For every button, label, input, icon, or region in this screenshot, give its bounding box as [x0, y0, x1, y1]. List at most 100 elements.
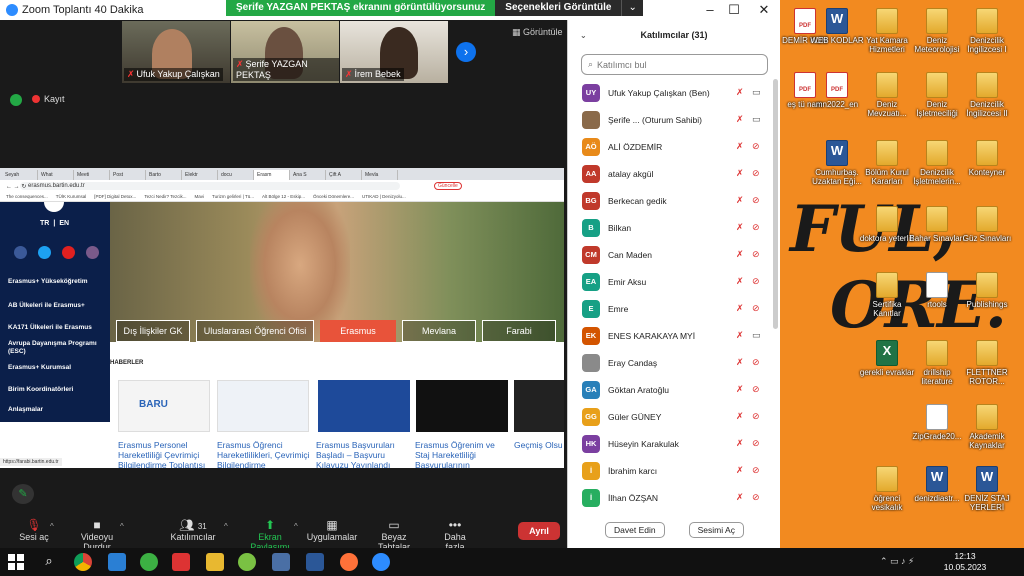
- desktop-icon[interactable]: Publishings: [958, 272, 1016, 309]
- bookmark[interactable]: TÜİK Kurumsal: [56, 194, 87, 199]
- whiteboards-button[interactable]: ▭ Beyaz Tahtalar: [366, 518, 422, 552]
- zoom-icon[interactable]: [372, 553, 390, 571]
- browser-tab[interactable]: Ana S: [290, 170, 326, 180]
- invite-button[interactable]: Davet Edin: [605, 522, 665, 538]
- browser-tab[interactable]: docu: [218, 170, 254, 180]
- news-image[interactable]: [318, 380, 410, 432]
- bookmark[interactable]: Önceki Dönemlere...: [313, 194, 354, 199]
- site-menu-item[interactable]: Anlaşmalar: [8, 406, 108, 414]
- word-icon[interactable]: [306, 553, 324, 571]
- video-tile[interactable]: ✗ Ufuk Yakup Çalışkan: [122, 21, 230, 83]
- minimize-button[interactable]: –: [700, 2, 720, 17]
- participant-row[interactable]: AÖ ALİ ÖZDEMİR ✗ ⊘: [568, 133, 773, 160]
- update-button[interactable]: Güncelle: [434, 182, 462, 190]
- maximize-button[interactable]: ☐: [724, 2, 744, 18]
- desktop-icon[interactable]: DENİZ STAJ YERLERİ: [958, 466, 1016, 512]
- folder-icon[interactable]: [206, 553, 224, 571]
- news-title[interactable]: Erasmus Başvuruları Başladı – Başvuru Kı…: [316, 440, 410, 468]
- news-title[interactable]: Erasmus Personel Hareketliliği Çevrimiçi…: [118, 440, 212, 468]
- hero-nav-button[interactable]: Uluslararası Öğrenci Ofisi: [196, 320, 314, 342]
- twitter-icon[interactable]: [38, 246, 51, 259]
- browser-tab[interactable]: Meeti: [74, 170, 110, 180]
- participant-row[interactable]: Eray Candaş ✗ ⊘: [568, 349, 773, 376]
- chevron-up-icon[interactable]: ^: [224, 522, 228, 531]
- bookmark[interactable]: UTIKAD | Denizyolu...: [362, 194, 406, 199]
- unmute-me-button[interactable]: Sesimi Aç: [688, 522, 744, 538]
- news-image[interactable]: [514, 380, 564, 432]
- participant-row[interactable]: GA Göktan Aratoğlu ✗ ⊘: [568, 376, 773, 403]
- news-image[interactable]: [416, 380, 508, 432]
- annotate-icon[interactable]: ✎: [12, 484, 34, 504]
- browser-tab[interactable]: Barto: [146, 170, 182, 180]
- chrome-icon[interactable]: [74, 553, 92, 571]
- participants-button[interactable]: 👥︎ 31 Katılımcılar: [170, 518, 216, 542]
- lang-tr[interactable]: TR: [40, 220, 49, 227]
- bookmark[interactable]: Tezci Nedir? Tezcik...: [144, 194, 186, 199]
- instagram-icon[interactable]: [86, 246, 99, 259]
- participant-row[interactable]: CM Can Maden ✗ ⊘: [568, 241, 773, 268]
- app-icon[interactable]: [140, 553, 158, 571]
- scrollbar[interactable]: [773, 79, 778, 329]
- site-menu-item[interactable]: AB Ülkeleri ile Erasmus+: [8, 302, 108, 310]
- lang-en[interactable]: EN: [59, 220, 69, 227]
- calculator-icon[interactable]: [272, 553, 290, 571]
- search-input[interactable]: [597, 59, 758, 70]
- chevron-up-icon[interactable]: ^: [294, 522, 298, 531]
- desktop-icon[interactable]: Akademik Kaynaklar: [958, 404, 1016, 450]
- participant-row[interactable]: EA Emir Aksu ✗ ⊘: [568, 268, 773, 295]
- participant-row[interactable]: EK ENES KARAKAYA MYİ ✗ ▭: [568, 322, 773, 349]
- browser-tab[interactable]: Erasm: [254, 170, 290, 180]
- bookmark[interactable]: [PDF] Digital Detox...: [94, 194, 136, 199]
- news-title[interactable]: Erasmus Öğrenci Hareketlilikleri, Çevrim…: [217, 440, 311, 468]
- next-page-button[interactable]: ›: [456, 42, 476, 62]
- chevron-up-icon[interactable]: ^: [50, 522, 54, 531]
- site-menu-item[interactable]: KA171 Ülkeleri ile Erasmus: [8, 324, 108, 332]
- clock[interactable]: 12:13 10.05.2023: [940, 551, 990, 573]
- bookmark[interactable]: The consequences...: [6, 194, 48, 199]
- participant-search[interactable]: ⌕: [581, 54, 768, 75]
- desktop-icon[interactable]: FLETTNER ROTOR...: [958, 340, 1016, 386]
- system-tray[interactable]: ⌃ ▭ ♪ ⚡: [880, 556, 914, 567]
- hero-nav-button[interactable]: Farabi: [482, 320, 556, 342]
- browser-tab[interactable]: Elektr: [182, 170, 218, 180]
- shared-screen[interactable]: Seyah What Meeti Post Barto Elektr docu Erasm An…: [0, 168, 564, 468]
- participant-row[interactable]: GG Güler GÜNEY ✗ ⊘: [568, 403, 773, 430]
- site-menu-item[interactable]: Erasmus+ Yükseköğretim: [8, 278, 108, 286]
- browser-tab[interactable]: Seyah: [2, 170, 38, 180]
- participant-row[interactable]: E Emre ✗ ⊘: [568, 295, 773, 322]
- desktop-icon[interactable]: Güz Sınavları: [958, 206, 1016, 243]
- browser-tab[interactable]: Çift A: [326, 170, 362, 180]
- more-button[interactable]: ••• Daha fazla: [434, 518, 476, 552]
- chevron-up-icon[interactable]: ^: [120, 522, 124, 531]
- news-image[interactable]: BARU: [118, 380, 210, 432]
- firefox-icon[interactable]: [340, 553, 358, 571]
- app-icon[interactable]: [238, 553, 256, 571]
- youtube-icon[interactable]: [62, 246, 75, 259]
- news-title[interactable]: Erasmus Öğrenim ve Staj Hareketliliği Ba…: [415, 440, 509, 468]
- unmute-button[interactable]: 🎙︎ Sesi aç: [18, 518, 50, 542]
- site-menu-item[interactable]: Avrupa Dayanışma Programı (ESC): [8, 340, 108, 356]
- recording-indicator[interactable]: Kayıt: [32, 94, 65, 104]
- desktop-icon[interactable]: Denizcilik İngilizcesi I: [958, 8, 1016, 54]
- video-tile[interactable]: ✗ İrem Bebek: [340, 21, 448, 83]
- participant-row[interactable]: B Bilkan ✗ ⊘: [568, 214, 773, 241]
- participant-row[interactable]: AA atalay akgül ✗ ⊘: [568, 160, 773, 187]
- participant-row[interactable]: Şerife ... (Oturum Sahibi) ✗ ▭: [568, 106, 773, 133]
- bookmark[interactable]: Turizm gelirleri | Tü...: [212, 194, 254, 199]
- shield-icon[interactable]: [10, 94, 22, 106]
- share-screen-button[interactable]: ⬆ Ekran Paylaşımı: [238, 518, 302, 552]
- view-options-button[interactable]: Seçenekleri Görüntüle: [495, 0, 622, 16]
- news-image[interactable]: [217, 380, 309, 432]
- files-icon[interactable]: [108, 553, 126, 571]
- desktop-icon[interactable]: Konteyner: [958, 140, 1016, 177]
- desktop-icon[interactable]: Denizcilik İngilizcesi II: [958, 72, 1016, 118]
- view-button[interactable]: ▦ Görüntüle: [512, 27, 563, 38]
- browser-tab[interactable]: What: [38, 170, 74, 180]
- facebook-icon[interactable]: [14, 246, 27, 259]
- start-button[interactable]: [8, 554, 24, 570]
- url-field[interactable]: erasmus.bartin.edu.tr: [20, 182, 400, 190]
- participant-row[interactable]: İ İbrahim karcı ✗ ⊘: [568, 457, 773, 484]
- app-icon[interactable]: [172, 553, 190, 571]
- participant-row[interactable]: BG Berkecan gedik ✗ ⊘: [568, 187, 773, 214]
- search-icon[interactable]: ⌕: [40, 553, 58, 571]
